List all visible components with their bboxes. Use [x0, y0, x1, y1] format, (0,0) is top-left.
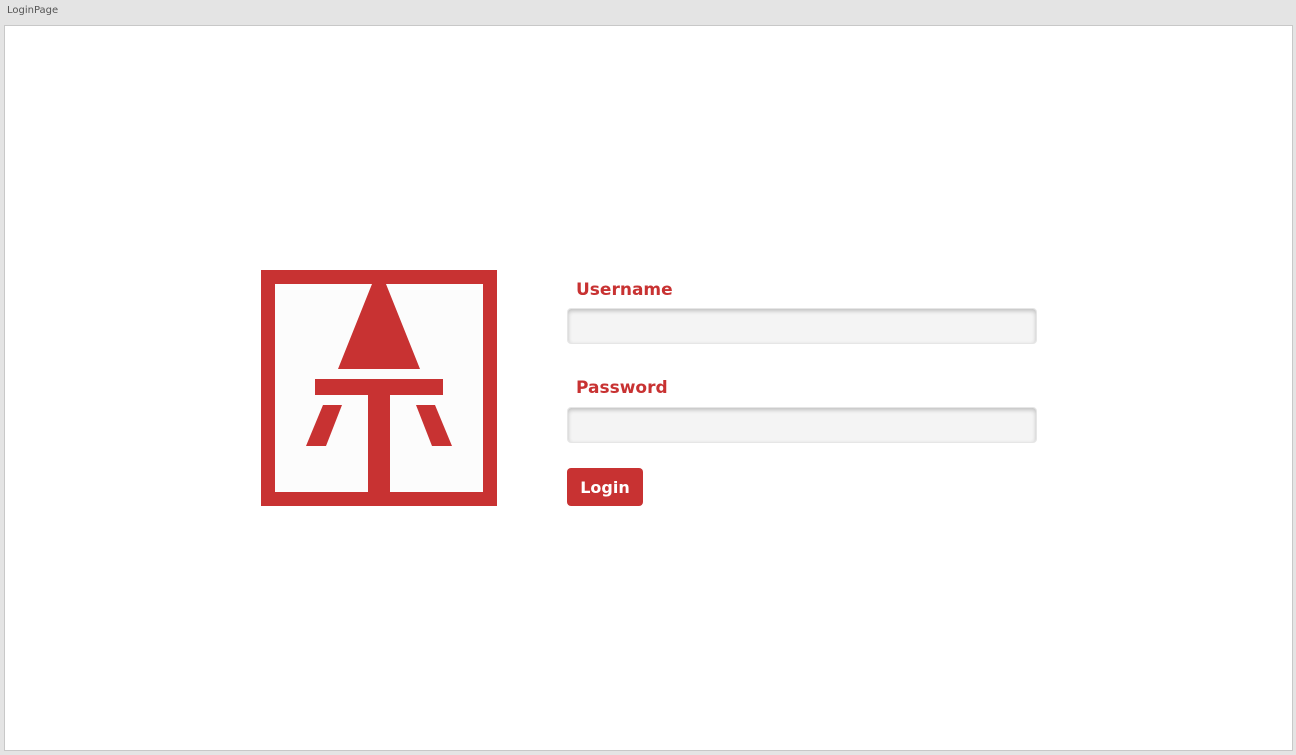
at-monogram-logo-graphic: [261, 270, 497, 506]
window-title: LoginPage: [7, 5, 59, 16]
password-label: Password: [576, 378, 668, 398]
login-button[interactable]: Login: [567, 468, 643, 506]
username-input[interactable]: [567, 308, 1037, 344]
at-monogram-logo: [261, 270, 497, 506]
login-page: Username Password Login: [4, 25, 1293, 751]
password-input[interactable]: [567, 407, 1037, 443]
window-titlebar: LoginPage: [0, 0, 1296, 24]
username-label: Username: [576, 280, 673, 300]
